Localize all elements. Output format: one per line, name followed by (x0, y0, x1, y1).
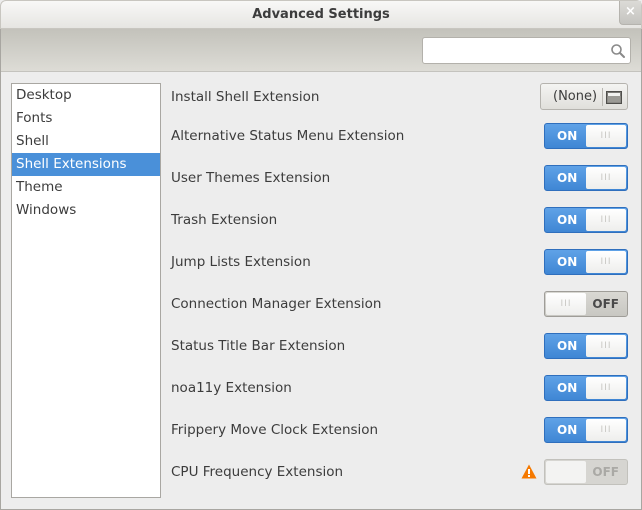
install-extension-label: Install Shell Extension (171, 89, 320, 105)
toggle-state-label: ON (557, 423, 578, 437)
extension-label: Alternative Status Menu Extension (171, 128, 405, 144)
extension-label: User Themes Extension (171, 170, 331, 186)
extension-label: Trash Extension (171, 212, 278, 228)
toggle-knob[interactable]: III (586, 209, 626, 231)
extension-row-status-title-bar-extension: Status Title Bar Extension ON III (171, 332, 631, 362)
extension-label: Status Title Bar Extension (171, 338, 346, 354)
sidebar-item-shell-extensions[interactable]: Shell Extensions (12, 153, 160, 176)
extension-row-user-themes-extension: User Themes Extension ON III (171, 164, 631, 194)
extension-row-frippery-move-clock-extension: Frippery Move Clock Extension ON III (171, 416, 631, 446)
extension-toggle[interactable]: ON III (544, 165, 628, 191)
toolbar (0, 29, 642, 72)
toggle-state-label: ON (557, 381, 578, 395)
toggle-knob[interactable]: III (586, 125, 626, 147)
sidebar-item-theme[interactable]: Theme (12, 176, 160, 199)
install-extension-file-button[interactable]: (None) (540, 83, 628, 110)
sidebar-item-desktop[interactable]: Desktop (12, 84, 160, 107)
extension-label: noa11y Extension (171, 380, 292, 396)
search-input[interactable] (423, 38, 603, 63)
file-button-separator (602, 88, 603, 106)
sidebar-item-windows[interactable]: Windows (12, 199, 160, 222)
install-extension-row: Install Shell Extension (None) (171, 83, 631, 113)
toggle-state-label: ON (557, 171, 578, 185)
file-button-label: (None) (553, 89, 598, 104)
toggle-knob[interactable]: III (586, 419, 626, 441)
toggle-state-label: ON (557, 339, 578, 353)
toggle-knob[interactable]: III (586, 251, 626, 273)
extension-row-noa11y-extension: noa11y Extension ON III (171, 374, 631, 404)
extension-toggle[interactable]: OFF III (544, 291, 628, 317)
toggle-knob[interactable]: III (586, 377, 626, 399)
extension-row-cpu-frequency-extension: CPU Frequency Extension OFF (171, 458, 631, 488)
extension-row-jump-lists-extension: Jump Lists Extension ON III (171, 248, 631, 278)
window-title: Advanced Settings (252, 7, 390, 22)
toggle-state-label: ON (557, 255, 578, 269)
close-button[interactable]: × (619, 1, 641, 25)
toggle-state-label: ON (557, 213, 578, 227)
extension-label: Frippery Move Clock Extension (171, 422, 379, 438)
extension-toggle[interactable]: ON III (544, 207, 628, 233)
extension-toggle[interactable]: ON III (544, 375, 628, 401)
extension-toggle[interactable]: ON III (544, 123, 628, 149)
search-icon[interactable] (610, 43, 626, 59)
extension-toggle[interactable]: ON III (544, 333, 628, 359)
extension-label: Connection Manager Extension (171, 296, 382, 312)
sidebar-item-fonts[interactable]: Fonts (12, 107, 160, 130)
close-icon: × (625, 4, 636, 19)
sidebar: Desktop Fonts Shell Shell Extensions The… (11, 83, 161, 498)
toggle-knob[interactable]: III (586, 167, 626, 189)
folder-icon (606, 91, 622, 104)
extension-label: Jump Lists Extension (171, 254, 311, 270)
toggle-state-label: OFF (592, 465, 619, 479)
toggle-knob[interactable]: III (586, 335, 626, 357)
toggle-knob (546, 461, 586, 483)
toggle-state-label: ON (557, 129, 578, 143)
warning-icon (521, 464, 537, 479)
toggle-knob[interactable]: III (546, 293, 586, 315)
extension-row-alternative-status-menu-extension: Alternative Status Menu Extension ON III (171, 122, 631, 152)
extension-toggle[interactable]: ON III (544, 249, 628, 275)
extension-toggle[interactable]: ON III (544, 417, 628, 443)
extension-label: CPU Frequency Extension (171, 464, 344, 480)
extension-toggle: OFF (544, 459, 628, 485)
toggle-state-label: OFF (592, 297, 619, 311)
search-box[interactable] (422, 37, 631, 64)
extension-row-trash-extension: Trash Extension ON III (171, 206, 631, 236)
title-bar: Advanced Settings × (0, 0, 642, 29)
sidebar-item-shell[interactable]: Shell (12, 130, 160, 153)
extension-row-connection-manager-extension: Connection Manager Extension OFF III (171, 290, 631, 320)
